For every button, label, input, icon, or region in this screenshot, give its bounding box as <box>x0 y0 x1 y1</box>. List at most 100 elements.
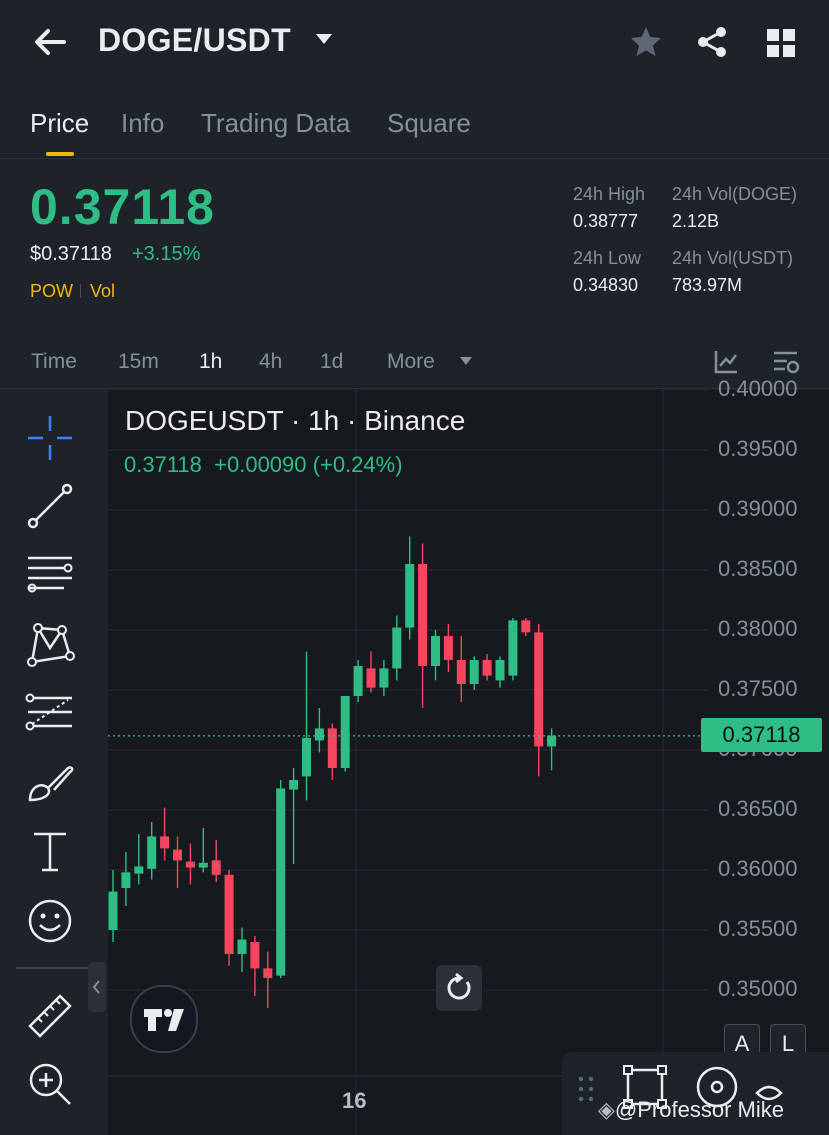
interval-time[interactable]: Time <box>31 350 77 374</box>
candle-body <box>534 632 544 747</box>
tab-price[interactable]: Price <box>30 108 89 139</box>
y-axis-tick-label: 0.40000 <box>718 376 798 401</box>
interval-4h[interactable]: 4h <box>259 350 282 374</box>
candle-body <box>108 891 118 930</box>
y-axis-tick-label: 0.37500 <box>718 676 798 701</box>
candle-body <box>456 660 466 684</box>
y-axis-tick-label: 0.38500 <box>718 556 798 581</box>
interval-more[interactable]: More <box>387 350 435 374</box>
indicator-icon[interactable] <box>712 348 740 376</box>
chart-change: +0.00090 <box>214 452 307 477</box>
stat-vol-quote-label: 24h Vol(USDT) <box>672 248 794 268</box>
candle-body <box>431 636 440 666</box>
candle-body <box>392 627 402 669</box>
share-icon[interactable] <box>694 24 730 60</box>
usd-price: $0.37118 <box>30 243 112 265</box>
candle-body <box>508 620 518 676</box>
tag-vol[interactable]: Vol <box>90 281 115 302</box>
candle-body <box>237 939 247 954</box>
candle-body <box>263 968 273 978</box>
candle-body <box>211 860 221 875</box>
y-axis-tick-label: 0.38000 <box>718 616 798 641</box>
chart-ohlc-summary: 0.37118 +0.00090 (+0.24%) <box>124 452 403 478</box>
y-axis-tick-label: 0.35000 <box>718 976 798 1001</box>
candle-body <box>327 728 337 768</box>
y-axis-tick-label: 0.39000 <box>718 496 798 521</box>
brush-icon[interactable] <box>24 756 76 808</box>
y-axis-tick-label: 0.36000 <box>718 856 798 881</box>
candle-body <box>173 849 182 861</box>
interval-1d[interactable]: 1d <box>320 350 343 374</box>
chart-settings-icon[interactable] <box>771 348 801 376</box>
candle-body <box>521 620 531 633</box>
candle-body <box>340 696 350 768</box>
candle-body <box>289 780 299 790</box>
candle-body <box>302 738 311 777</box>
crosshair-icon[interactable] <box>24 412 76 464</box>
watermark: ◈@Professor Mike <box>598 1097 784 1123</box>
drag-handle-icon[interactable] <box>576 1074 596 1104</box>
y-axis-tick-label: 0.36500 <box>718 796 798 821</box>
chart-change-pct: (+0.24%) <box>312 452 403 477</box>
tab-trading-data[interactable]: Trading Data <box>201 108 350 139</box>
candle-body <box>250 942 260 969</box>
stat-low-label: 24h Low <box>573 248 642 268</box>
candle-body <box>547 735 557 747</box>
last-price: 0.37118 <box>30 179 215 235</box>
interval-15m[interactable]: 15m <box>118 350 159 374</box>
candle-body <box>224 874 234 954</box>
candle-body <box>495 660 505 681</box>
fibonacci-icon[interactable] <box>24 688 76 740</box>
interval-bar: Time 15m 1h 4h 1d More <box>0 338 829 389</box>
trend-line-icon[interactable] <box>24 480 76 532</box>
stat-high-value: 0.38777 <box>573 211 639 231</box>
y-axis-tick-label: 0.35500 <box>718 916 798 941</box>
reset-chart-button[interactable] <box>436 965 482 1011</box>
zoom-in-icon[interactable] <box>24 1058 76 1110</box>
toolbar-divider <box>16 967 88 969</box>
more-caret-icon[interactable] <box>460 357 472 365</box>
emoji-icon[interactable] <box>24 895 76 947</box>
stat-vol-base-value: 2.12B <box>672 211 720 231</box>
candle-body <box>198 862 208 868</box>
candle-body <box>366 668 376 688</box>
current-price-tag: 0.37118 <box>701 718 822 752</box>
candle-body <box>121 872 131 888</box>
watermark-text: @Professor Mike <box>614 1097 784 1122</box>
change-percent: +3.15% <box>132 243 201 265</box>
candle-body <box>469 660 479 684</box>
candle-body <box>405 564 415 628</box>
candle-body <box>353 666 363 696</box>
stat-high-label: 24h High <box>573 184 646 204</box>
main-tabs: Price Info Trading Data Square <box>0 100 829 159</box>
active-tab-indicator <box>46 152 74 156</box>
dropdown-caret-icon[interactable] <box>316 34 332 44</box>
grid-menu-icon[interactable] <box>764 26 798 60</box>
watermark-logo-icon: ◈ <box>598 1097 615 1122</box>
candle-body <box>147 836 157 869</box>
candle-body <box>314 728 324 741</box>
tab-square[interactable]: Square <box>387 108 471 139</box>
back-arrow-icon[interactable] <box>30 22 70 62</box>
candle-body <box>482 660 492 676</box>
pattern-icon[interactable] <box>24 618 76 670</box>
stat-vol-base-label: 24h Vol(DOGE) <box>672 184 798 204</box>
drawing-toolbar <box>0 390 100 1135</box>
candle-body <box>134 866 144 874</box>
x-axis-label: 16 <box>342 1088 367 1113</box>
ruler-icon[interactable] <box>24 990 76 1042</box>
star-icon[interactable] <box>628 24 664 60</box>
candle-body <box>276 788 286 976</box>
candle-body <box>379 668 389 688</box>
tradingview-logo[interactable] <box>130 985 198 1053</box>
collapse-toolbar-button[interactable] <box>88 962 106 1012</box>
tab-info[interactable]: Info <box>121 108 164 139</box>
tag-pow[interactable]: POW <box>30 281 73 302</box>
candle-body <box>418 564 428 666</box>
interval-1h[interactable]: 1h <box>199 350 222 374</box>
horizontal-lines-icon[interactable] <box>24 550 76 602</box>
stat-low-value: 0.34830 <box>573 275 639 295</box>
chart-last-price: 0.37118 <box>124 452 202 477</box>
pair-title[interactable]: DOGE/USDT <box>98 22 291 59</box>
text-tool-icon[interactable] <box>24 826 76 878</box>
